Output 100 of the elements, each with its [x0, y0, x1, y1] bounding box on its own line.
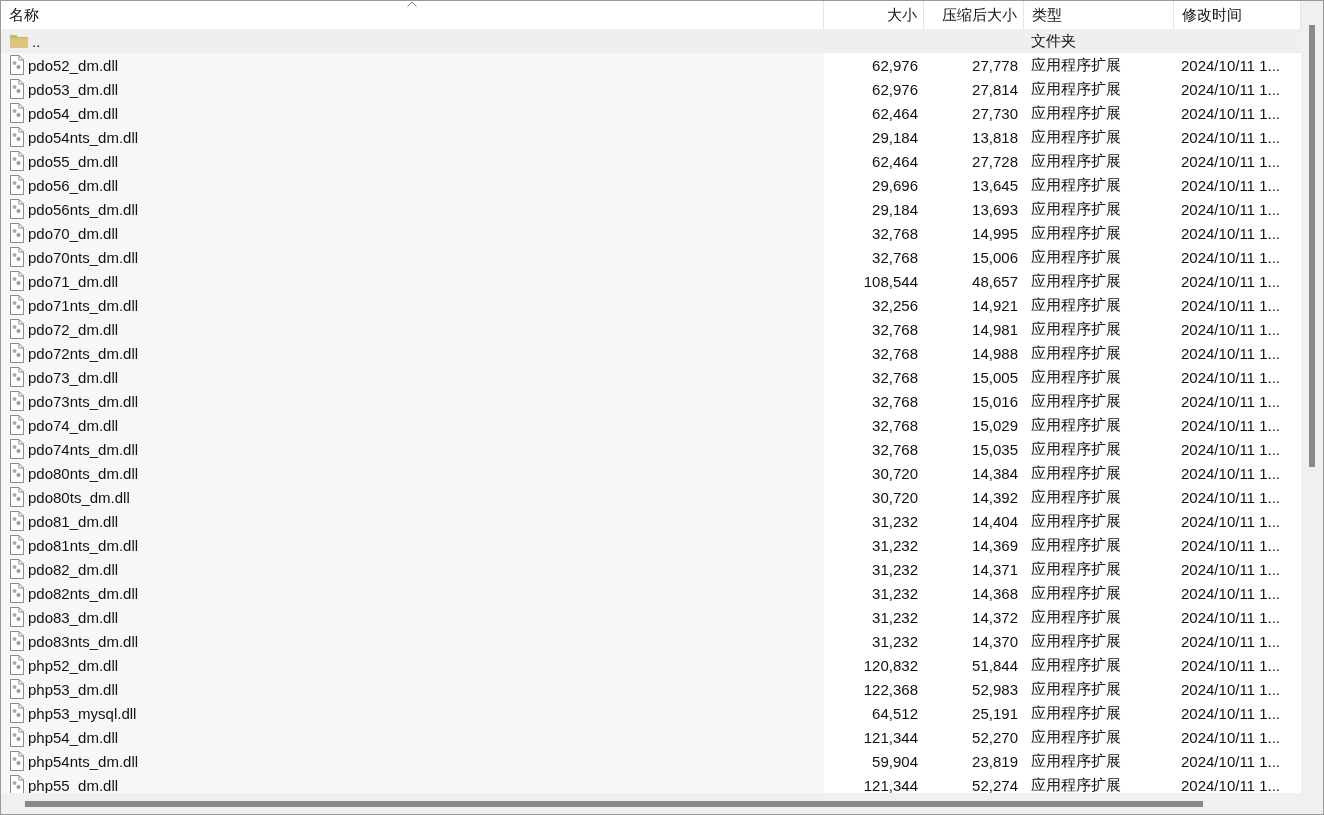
- modified-time: 2024/10/11 1...: [1181, 392, 1280, 410]
- file-name: php54_dm.dll: [28, 728, 119, 746]
- sort-ascending-icon: [407, 1, 417, 7]
- file-type: 应用程序扩展: [1031, 295, 1121, 315]
- modified-time: 2024/10/11 1...: [1181, 728, 1280, 746]
- file-name: pdo70nts_dm.dll: [28, 248, 139, 266]
- file-type: 应用程序扩展: [1031, 703, 1121, 723]
- file-gear-icon: [9, 247, 25, 267]
- file-size: 62,976: [872, 56, 918, 74]
- scrollbar-thumb[interactable]: [25, 800, 1203, 807]
- file-size: 32,768: [872, 344, 918, 362]
- packed-size: 14,369: [972, 536, 1018, 554]
- file-gear-icon: [9, 535, 25, 555]
- file-name: pdo70_dm.dll: [28, 224, 119, 242]
- modified-time: 2024/10/11 1...: [1181, 776, 1280, 793]
- file-type: 应用程序扩展: [1031, 631, 1121, 651]
- file-size: 31,232: [872, 512, 918, 530]
- file-type: 应用程序扩展: [1031, 775, 1121, 793]
- file-size: 31,232: [872, 608, 918, 626]
- file-name: pdo81_dm.dll: [28, 512, 119, 530]
- modified-time: 2024/10/11 1...: [1181, 536, 1280, 554]
- modified-time: 2024/10/11 1...: [1181, 80, 1280, 98]
- file-type: 应用程序扩展: [1031, 463, 1121, 483]
- file-name: pdo72_dm.dll: [28, 320, 119, 338]
- file-name: php53_dm.dll: [28, 680, 119, 698]
- file-size: 32,768: [872, 248, 918, 266]
- file-gear-icon: [9, 271, 25, 291]
- file-type: 应用程序扩展: [1031, 583, 1121, 603]
- file-name: pdo56nts_dm.dll: [28, 200, 139, 218]
- packed-size: 25,191: [972, 704, 1018, 722]
- file-type: 应用程序扩展: [1031, 655, 1121, 675]
- packed-size: 14,921: [972, 296, 1018, 314]
- packed-size: 14,384: [972, 464, 1018, 482]
- file-gear-icon: [9, 439, 25, 459]
- packed-size: 27,814: [972, 80, 1018, 98]
- file-size: 29,696: [872, 176, 918, 194]
- file-name: pdo74nts_dm.dll: [28, 440, 139, 458]
- packed-size: 14,392: [972, 488, 1018, 506]
- file-gear-icon: [9, 55, 25, 75]
- packed-size: 15,029: [972, 416, 1018, 434]
- file-name: pdo56_dm.dll: [28, 176, 119, 194]
- file-name: pdo83_dm.dll: [28, 608, 119, 626]
- file-type: 应用程序扩展: [1031, 55, 1121, 75]
- modified-time: 2024/10/11 1...: [1181, 152, 1280, 170]
- modified-time: 2024/10/11 1...: [1181, 656, 1280, 674]
- modified-time: 2024/10/11 1...: [1181, 704, 1280, 722]
- file-size: 31,232: [872, 536, 918, 554]
- file-name: php55_dm.dll: [28, 776, 119, 793]
- packed-size: 13,693: [972, 200, 1018, 218]
- file-name: pdo81nts_dm.dll: [28, 536, 139, 554]
- file-name: pdo74_dm.dll: [28, 416, 119, 434]
- packed-size: 14,988: [972, 344, 1018, 362]
- file-size: 30,720: [872, 488, 918, 506]
- modified-time: 2024/10/11 1...: [1181, 416, 1280, 434]
- file-gear-icon: [9, 343, 25, 363]
- file-type: 应用程序扩展: [1031, 751, 1121, 771]
- file-size: 30,720: [872, 464, 918, 482]
- modified-time: 2024/10/11 1...: [1181, 248, 1280, 266]
- file-gear-icon: [9, 151, 25, 171]
- file-name: php52_dm.dll: [28, 656, 119, 674]
- modified-time: 2024/10/11 1...: [1181, 296, 1280, 314]
- file-gear-icon: [9, 703, 25, 723]
- packed-size: 13,818: [972, 128, 1018, 146]
- packed-size: 48,657: [972, 272, 1018, 290]
- scrollbar-thumb[interactable]: [1309, 25, 1315, 467]
- packed-size: 27,728: [972, 152, 1018, 170]
- file-type: 应用程序扩展: [1031, 559, 1121, 579]
- file-gear-icon: [9, 559, 25, 579]
- file-name: pdo83nts_dm.dll: [28, 632, 139, 650]
- file-type: 应用程序扩展: [1031, 679, 1121, 699]
- file-gear-icon: [9, 295, 25, 315]
- file-size: 31,232: [872, 632, 918, 650]
- file-size: 121,344: [863, 728, 918, 746]
- file-name: pdo54nts_dm.dll: [28, 128, 139, 146]
- file-name: pdo73_dm.dll: [28, 368, 119, 386]
- modified-time: 2024/10/11 1...: [1181, 680, 1280, 698]
- file-name: pdo80nts_dm.dll: [28, 464, 139, 482]
- file-gear-icon: [9, 631, 25, 651]
- file-gear-icon: [9, 127, 25, 147]
- file-row[interactable]: .. 文件夹: [1, 29, 1301, 53]
- packed-size: 13,645: [972, 176, 1018, 194]
- modified-time: 2024/10/11 1...: [1181, 752, 1280, 770]
- file-type: 应用程序扩展: [1031, 223, 1121, 243]
- file-size: 62,976: [872, 80, 918, 98]
- file-size: 32,768: [872, 440, 918, 458]
- modified-time: 2024/10/11 1...: [1181, 488, 1280, 506]
- file-type: 应用程序扩展: [1031, 79, 1121, 99]
- modified-time: 2024/10/11 1...: [1181, 464, 1280, 482]
- file-gear-icon: [9, 223, 25, 243]
- file-type: 应用程序扩展: [1031, 727, 1121, 747]
- file-name: pdo54_dm.dll: [28, 104, 119, 122]
- file-name: ..: [32, 32, 41, 50]
- file-name: pdo71nts_dm.dll: [28, 296, 139, 314]
- file-name: pdo73nts_dm.dll: [28, 392, 139, 410]
- file-type: 应用程序扩展: [1031, 271, 1121, 291]
- file-gear-icon: [9, 175, 25, 195]
- file-size: 62,464: [872, 152, 918, 170]
- file-gear-icon: [9, 415, 25, 435]
- file-name: pdo53_dm.dll: [28, 80, 119, 98]
- packed-size: 14,370: [972, 632, 1018, 650]
